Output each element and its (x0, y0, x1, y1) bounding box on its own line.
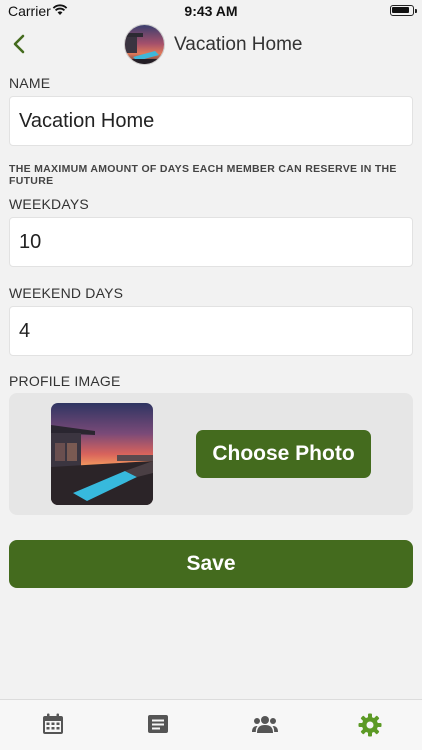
profile-photo (51, 403, 153, 505)
tab-calendar[interactable] (0, 700, 106, 750)
tab-list[interactable] (105, 700, 211, 750)
users-icon (252, 716, 278, 733)
save-button[interactable]: Save (9, 540, 413, 588)
home-avatar (124, 24, 165, 65)
name-input[interactable] (9, 96, 413, 146)
name-label: NAME (9, 75, 51, 91)
tab-bar (0, 699, 422, 750)
page-title: Vacation Home (174, 34, 303, 55)
status-bar: Carrier 9:43 AM (0, 0, 422, 22)
weekdays-label: WEEKDAYS (9, 196, 89, 212)
tab-settings[interactable] (316, 700, 422, 750)
reservation-note: THE MAXIMUM AMOUNT OF DAYS EACH MEMBER C… (9, 163, 397, 187)
battery-icon (390, 5, 417, 16)
weekend-days-label: WEEKEND DAYS (9, 285, 124, 301)
chevron-left-icon (13, 34, 25, 54)
calendar-icon (43, 713, 63, 734)
profile-image-panel: Choose Photo (9, 393, 413, 515)
back-button[interactable] (8, 30, 32, 58)
navigation-bar: Vacation Home (0, 22, 422, 66)
weekdays-input[interactable] (9, 217, 413, 267)
list-icon (148, 715, 168, 733)
profile-image-label: PROFILE IMAGE (9, 373, 121, 389)
choose-photo-button[interactable]: Choose Photo (196, 430, 371, 478)
weekend-days-input[interactable] (9, 306, 413, 356)
gear-icon (358, 713, 382, 737)
tab-members[interactable] (210, 700, 316, 750)
clock: 9:43 AM (184, 3, 238, 19)
